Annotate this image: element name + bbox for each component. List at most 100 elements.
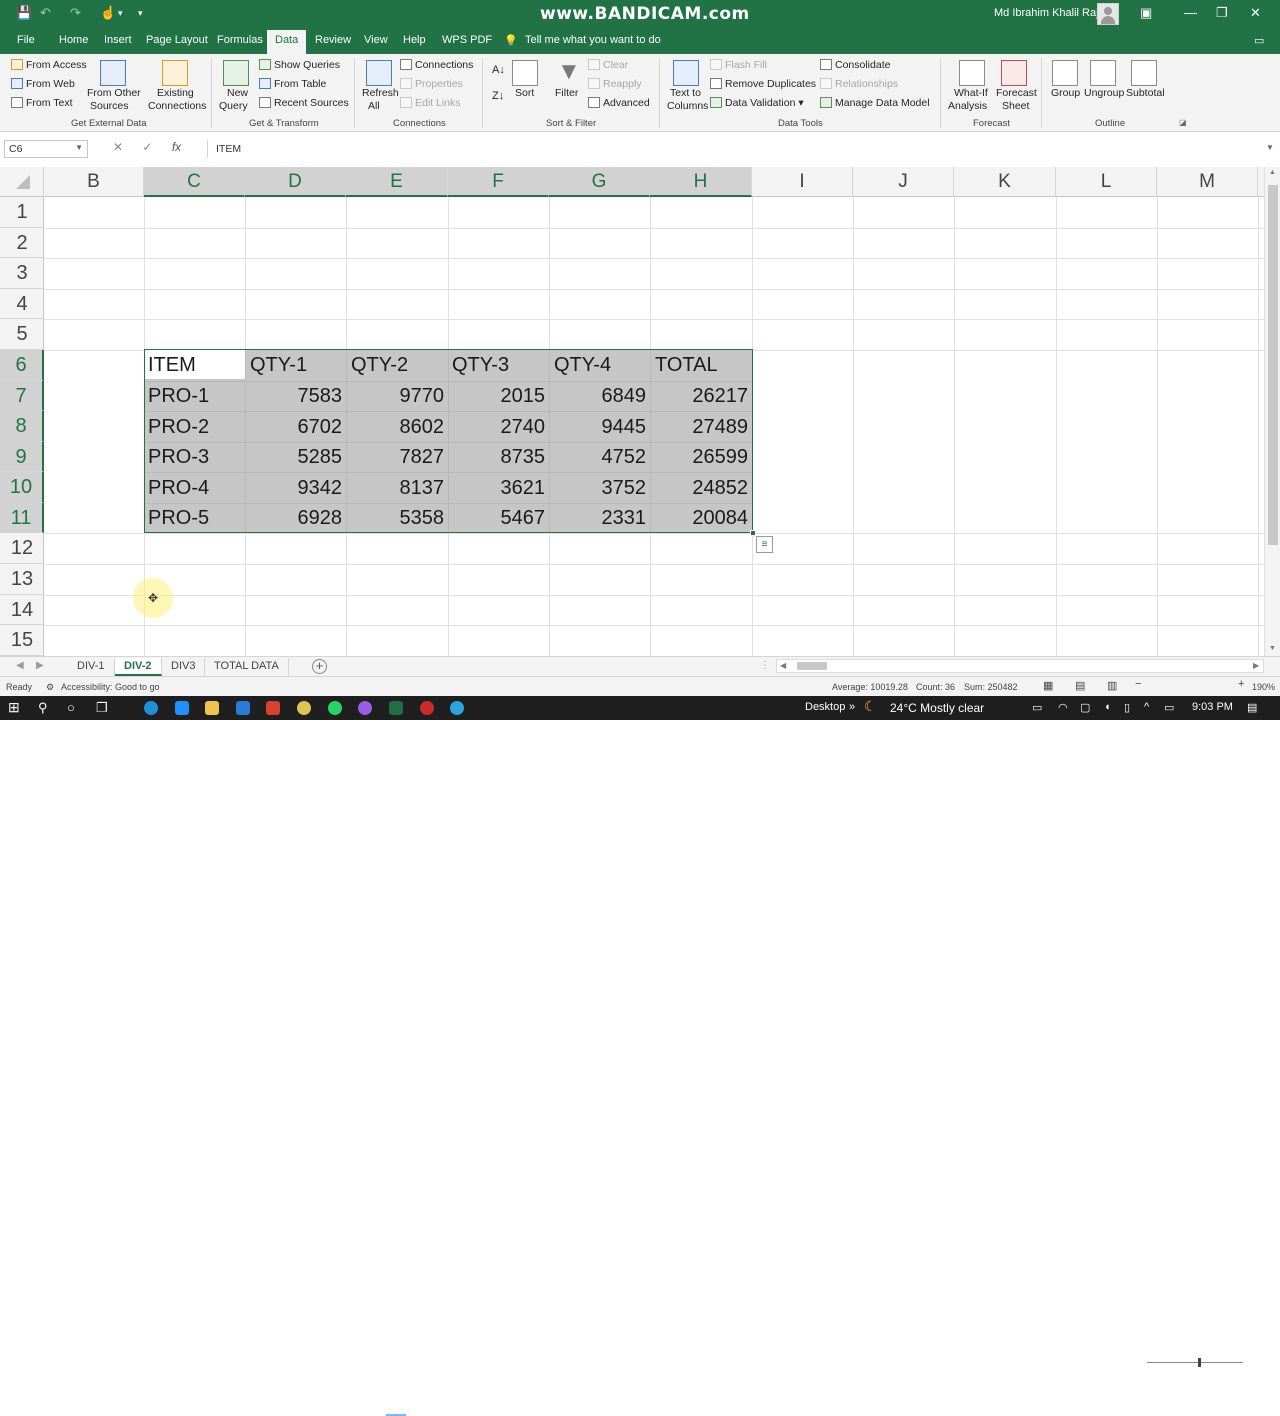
scroll-left-icon[interactable]: ◀ — [780, 661, 786, 670]
zoom-in-icon[interactable]: + — [1238, 678, 1244, 690]
column-header[interactable]: M — [1157, 167, 1258, 197]
row-header[interactable]: 6 — [0, 350, 44, 381]
from-other-sources-button[interactable]: From Other — [87, 87, 141, 99]
properties-button[interactable]: Properties — [400, 78, 463, 90]
row-header[interactable]: 10 — [0, 472, 44, 503]
row-header[interactable]: 15 — [0, 625, 44, 656]
horizontal-scroll-thumb[interactable] — [797, 662, 827, 670]
column-header[interactable]: H — [650, 167, 752, 197]
vertical-scrollbar[interactable]: ▲ ▼ — [1264, 167, 1280, 658]
filter-button[interactable]: Filter — [555, 87, 578, 99]
table-cell[interactable]: 24852 — [650, 477, 748, 500]
page-break-view-icon[interactable]: ▥ — [1107, 679, 1117, 692]
table-cell[interactable]: 9770 — [346, 385, 445, 408]
page-layout-view-icon[interactable]: ▤ — [1075, 679, 1085, 692]
table-cell[interactable]: 7827 — [346, 446, 445, 469]
text-to-columns-button[interactable]: Text to — [670, 87, 701, 99]
quick-analysis-icon[interactable]: ≡ — [756, 536, 773, 553]
minimize-button[interactable]: — — [1184, 5, 1197, 20]
table-cell[interactable]: 8735 — [448, 446, 546, 469]
sort-icon[interactable] — [512, 60, 538, 86]
dialog-launcher-icon[interactable]: ◪ — [1179, 118, 1187, 127]
redo-icon[interactable]: ↷ — [70, 5, 81, 21]
tab-file[interactable]: File — [17, 34, 35, 46]
table-cell[interactable]: 6928 — [245, 507, 343, 530]
table-cell[interactable]: PRO-3 — [148, 446, 209, 469]
row-header[interactable]: 7 — [0, 381, 44, 411]
row-header[interactable]: 4 — [0, 289, 44, 319]
subtotal-button[interactable]: Subtotal — [1126, 87, 1165, 99]
desktop-toolbar[interactable]: Desktop — [805, 701, 845, 713]
text-to-columns-icon[interactable] — [673, 60, 699, 86]
row-header[interactable]: 3 — [0, 258, 44, 289]
from-text-button[interactable]: From Text — [11, 97, 72, 109]
mail-icon[interactable] — [236, 701, 250, 715]
table-header-cell[interactable]: ITEM — [148, 354, 196, 377]
column-header[interactable]: J — [853, 167, 954, 197]
table-cell[interactable]: 2740 — [448, 416, 546, 439]
weather-icon[interactable]: ☾ — [864, 698, 877, 715]
table-cell[interactable]: 3621 — [448, 477, 546, 500]
chrome-icon[interactable] — [297, 701, 311, 715]
from-access-button[interactable]: From Access — [11, 59, 87, 71]
sheet-tab[interactable]: DIV3 — [162, 658, 206, 676]
sort-button[interactable]: Sort — [515, 87, 534, 99]
table-cell[interactable]: 20084 — [650, 507, 748, 530]
table-header-cell[interactable]: QTY-3 — [452, 354, 509, 377]
row-header[interactable]: 14 — [0, 595, 44, 625]
sort-za-icon[interactable]: Z↓ — [492, 90, 504, 102]
status-sum[interactable]: Sum: 250482 — [964, 682, 1018, 692]
touch-mode-icon[interactable]: ☝ — [100, 5, 116, 21]
tell-me-search[interactable]: Tell me what you want to do — [525, 34, 661, 46]
show-queries-button[interactable]: Show Queries — [259, 59, 340, 71]
chevron-right-icon[interactable]: » — [849, 701, 855, 713]
status-average[interactable]: Average: 10019.28 — [832, 682, 908, 692]
excel-icon[interactable] — [389, 701, 403, 715]
horizontal-scrollbar[interactable]: ◀ ▶ — [776, 659, 1264, 673]
edge-icon[interactable] — [144, 701, 158, 715]
close-button[interactable]: ✕ — [1250, 5, 1261, 21]
table-cell[interactable]: 5358 — [346, 507, 445, 530]
flash-fill-button[interactable]: Flash Fill — [710, 59, 767, 71]
existing-connections-button[interactable]: Existing — [157, 87, 194, 99]
sheet-tab-active[interactable]: DIV-2 — [115, 658, 162, 676]
table-cell[interactable]: 3752 — [549, 477, 647, 500]
show-hidden-icons-icon[interactable]: ^ — [1144, 701, 1149, 713]
status-count[interactable]: Count: 36 — [916, 682, 955, 692]
bandicam-icon[interactable] — [420, 701, 434, 715]
comments-icon[interactable]: ▭ — [1254, 34, 1264, 47]
file-explorer-icon[interactable] — [205, 701, 219, 715]
table-cell[interactable]: PRO-2 — [148, 416, 209, 439]
table-header-cell[interactable]: QTY-2 — [351, 354, 408, 377]
battery-icon[interactable]: ▯ — [1124, 701, 1130, 714]
subtotal-icon[interactable] — [1131, 60, 1157, 86]
windows-start-icon[interactable]: ⊞ — [8, 699, 20, 716]
undo-icon[interactable]: ↶ — [40, 5, 51, 21]
column-header[interactable]: C — [144, 167, 245, 197]
column-header[interactable]: D — [245, 167, 346, 197]
forecast-sheet-button[interactable]: Forecast — [996, 87, 1037, 99]
table-cell[interactable]: 7583 — [245, 385, 343, 408]
zoom-slider-thumb[interactable] — [1198, 1358, 1201, 1367]
row-header[interactable]: 8 — [0, 411, 44, 442]
tab-home[interactable]: Home — [59, 34, 88, 46]
volume-icon[interactable]: ◖ — [1104, 701, 1111, 713]
table-header-cell[interactable]: TOTAL — [655, 354, 718, 377]
table-cell[interactable]: 4752 — [549, 446, 647, 469]
row-header[interactable]: 9 — [0, 442, 44, 472]
avatar[interactable] — [1097, 3, 1119, 25]
column-header[interactable]: I — [752, 167, 853, 197]
customize-qat-icon[interactable]: ▾ — [118, 8, 123, 19]
scroll-up-icon[interactable]: ▲ — [1269, 169, 1276, 176]
table-cell[interactable]: PRO-5 — [148, 507, 209, 530]
zoom-level[interactable]: 190% — [1252, 682, 1275, 692]
new-query-button[interactable]: New — [227, 87, 248, 99]
existing-connections-icon[interactable] — [162, 60, 188, 86]
table-cell[interactable]: 26599 — [650, 446, 748, 469]
whatsapp-icon[interactable] — [328, 701, 342, 715]
row-header[interactable]: 13 — [0, 564, 44, 595]
row-header[interactable]: 11 — [0, 503, 44, 533]
ungroup-button[interactable]: Ungroup — [1084, 87, 1124, 99]
tray-app-icon[interactable]: ▢ — [1080, 701, 1090, 714]
save-icon[interactable]: 💾 — [16, 5, 32, 21]
